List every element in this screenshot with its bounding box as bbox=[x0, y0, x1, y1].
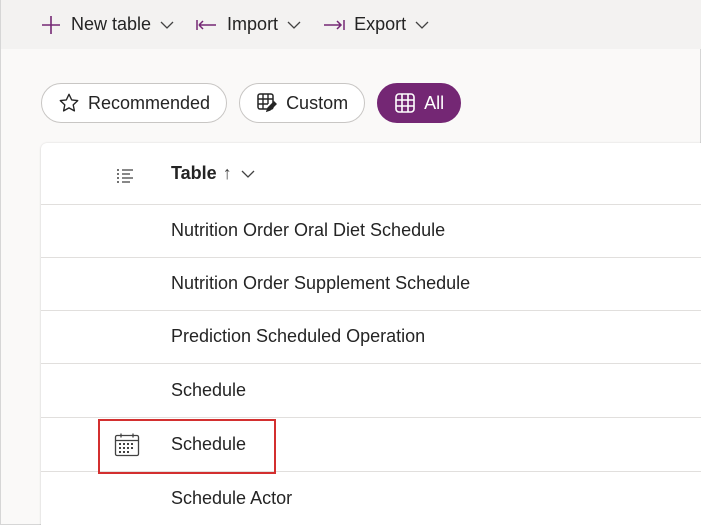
calendar-icon bbox=[114, 433, 140, 457]
table-row[interactable]: Schedule bbox=[41, 419, 701, 472]
import-icon bbox=[195, 13, 219, 37]
import-button[interactable]: Import bbox=[195, 10, 302, 40]
table-row[interactable]: Nutrition Order Oral Diet Schedule bbox=[41, 205, 701, 258]
sort-ascending-icon: ↑ bbox=[222, 163, 232, 183]
command-bar: New table Import Export bbox=[1, 0, 701, 49]
chevron-down-icon bbox=[240, 166, 256, 182]
export-button[interactable]: Export bbox=[322, 10, 430, 40]
table-row[interactable]: Nutrition Order Supplement Schedule bbox=[41, 258, 701, 311]
new-table-label: New table bbox=[71, 14, 152, 34]
filter-recommended[interactable]: Recommended bbox=[41, 83, 228, 123]
chevron-down-icon bbox=[286, 17, 302, 33]
table-filter-group: Recommended Custom All bbox=[41, 83, 462, 123]
table-row[interactable]: Schedule Actor bbox=[41, 473, 701, 525]
table-name: Prediction Scheduled Operation bbox=[171, 326, 426, 346]
import-label: Import bbox=[227, 14, 279, 34]
filter-custom-label: Custom bbox=[286, 92, 349, 113]
filter-all-label: All bbox=[424, 92, 445, 113]
filter-all[interactable]: All bbox=[377, 83, 462, 123]
table-name: Nutrition Order Oral Diet Schedule bbox=[171, 220, 446, 240]
grid-header: Table ↑ bbox=[41, 143, 701, 205]
table-name: Schedule Actor bbox=[171, 488, 293, 508]
app-frame: New table Import Export Recommended Cust… bbox=[0, 0, 701, 525]
tables-grid: Table ↑ Nutrition Order Oral Diet Schedu… bbox=[41, 143, 701, 525]
table-edit-icon bbox=[256, 92, 278, 114]
new-table-button[interactable]: New table bbox=[39, 10, 175, 40]
export-label: Export bbox=[354, 14, 407, 34]
list-icon[interactable] bbox=[115, 167, 135, 187]
column-header-table[interactable]: Table ↑ bbox=[171, 163, 256, 184]
grid-icon bbox=[394, 92, 416, 114]
column-header-label: Table bbox=[171, 163, 217, 183]
plus-icon bbox=[39, 13, 63, 37]
star-icon bbox=[58, 92, 80, 114]
chevron-down-icon bbox=[159, 17, 175, 33]
filter-recommended-label: Recommended bbox=[88, 92, 211, 113]
table-name: Schedule bbox=[171, 380, 247, 400]
chevron-down-icon bbox=[414, 17, 430, 33]
table-row[interactable]: Prediction Scheduled Operation bbox=[41, 311, 701, 364]
table-row[interactable]: Schedule bbox=[41, 365, 701, 418]
filter-custom[interactable]: Custom bbox=[239, 83, 366, 123]
export-icon bbox=[322, 13, 346, 37]
table-name: Nutrition Order Supplement Schedule bbox=[171, 273, 471, 293]
table-name: Schedule bbox=[171, 434, 247, 454]
